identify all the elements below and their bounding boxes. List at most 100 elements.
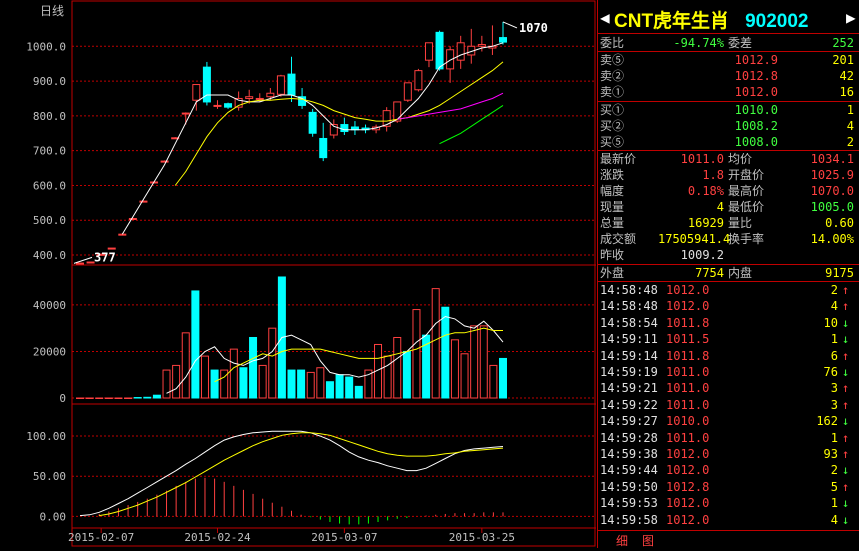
stat-value: 1034.1 xyxy=(810,152,854,166)
candle-body xyxy=(308,111,317,134)
y-tick-label: 0 xyxy=(59,392,66,405)
tick-direction-icon: ↑ xyxy=(842,479,850,494)
tick-time: 14:59:58 xyxy=(600,512,658,527)
candle-body xyxy=(181,112,190,115)
volume-bar xyxy=(306,371,315,399)
x-tick-label: 2015-02-24 xyxy=(184,531,251,544)
tick-time: 14:59:44 xyxy=(600,463,658,478)
y-tick-label: 700.0 xyxy=(33,145,66,158)
volume-bar xyxy=(393,336,402,399)
y-tick-label: 50.00 xyxy=(33,470,66,483)
tick-direction-icon: ↓ xyxy=(842,512,850,527)
y-tick-label: 900.0 xyxy=(33,75,66,88)
candle-body xyxy=(499,37,507,43)
tick-row: 14:59:28 1011.0 1 ↑ xyxy=(598,430,854,446)
stat-label: 最低价 xyxy=(728,200,765,214)
tick-time: 14:59:28 xyxy=(600,430,658,445)
x-tick-label: 2015-03-07 xyxy=(311,531,377,544)
stock-title: CNT虎年生肖 902002 xyxy=(614,6,808,33)
sell-level-row: 卖① 1012.0 16 xyxy=(598,84,854,100)
next-stock-arrow-icon[interactable]: ▶ xyxy=(846,8,856,27)
tick-row: 14:59:11 1011.5 1 ↓ xyxy=(598,331,854,347)
stat-row: 总量 16929 量比 0.60 xyxy=(598,215,854,231)
webi-row: 委比 -94.74% 委差 252 xyxy=(598,35,854,51)
tick-time: 14:59:21 xyxy=(600,381,658,396)
buy-level-label: 买⑤ xyxy=(600,135,625,149)
candle-body xyxy=(139,200,148,203)
buy-level-row: 买⑤ 1008.0 2 xyxy=(598,134,854,150)
high-marker-line xyxy=(502,21,518,29)
buy-price: 1008.0 xyxy=(734,135,778,149)
candle-body xyxy=(255,97,264,100)
volume-bar xyxy=(162,369,171,399)
tick-qty: 6 xyxy=(830,348,838,363)
candle-body xyxy=(456,42,465,61)
candle-body xyxy=(160,160,169,163)
chart-svg[interactable]: 日线 1000.0 900.0 800.0 700.0 600.0 500.0 400.0 10… xyxy=(0,0,597,548)
tick-direction-icon: ↑ xyxy=(842,430,850,445)
tick-time: 14:59:50 xyxy=(600,479,658,494)
buy-level-label: 买① xyxy=(600,103,625,117)
tick-row: 14:59:58 1012.0 4 ↓ xyxy=(598,512,854,528)
buy-price: 1008.2 xyxy=(734,119,778,133)
waipan-row: 外盘 7754 内盘 9175 xyxy=(598,265,854,281)
candle-body xyxy=(276,75,285,95)
tick-price: 1012.0 xyxy=(666,496,710,511)
stat-value: 0.18% xyxy=(687,184,724,198)
kline-chart-area[interactable]: 日线 1000.0 900.0 800.0 700.0 600.0 500.0 400.0 10… xyxy=(0,0,597,548)
candle-body xyxy=(128,218,137,221)
tick-price: 1011.0 xyxy=(666,430,710,445)
low-marker-label: 377 xyxy=(94,250,116,264)
tab-chart[interactable]: 图 xyxy=(638,532,658,549)
tick-qty: 4 xyxy=(830,512,838,527)
sell-level-row: 卖② 1012.8 42 xyxy=(598,68,854,84)
volume-bar xyxy=(431,288,440,399)
sell-qty: 201 xyxy=(832,53,854,67)
y-tick-label: 600.0 xyxy=(33,179,66,192)
stat-value: 1025.9 xyxy=(810,168,854,182)
candle-body xyxy=(403,82,412,101)
candle-body xyxy=(266,92,275,98)
stat-label: 涨跌 xyxy=(600,168,625,182)
stat-label: 昨收 xyxy=(600,248,625,262)
buy-level-row: 买① 1010.0 1 xyxy=(598,102,854,118)
volume-bar xyxy=(181,332,190,399)
y-tick-label: 800.0 xyxy=(33,110,66,123)
tick-row: 14:59:44 1012.0 2 ↓ xyxy=(598,462,854,478)
tick-qty: 1 xyxy=(830,430,838,445)
sell-level-row: 卖⑤ 1012.9 201 xyxy=(598,52,854,68)
volume-bar xyxy=(191,290,200,399)
volume-bar xyxy=(200,355,209,399)
stat-label: 均价 xyxy=(728,152,753,166)
tick-price: 1011.0 xyxy=(666,381,710,396)
sell-level-label: 卖① xyxy=(600,85,625,99)
candle-body xyxy=(477,44,486,47)
tick-qty: 162 xyxy=(816,414,838,429)
candle-body xyxy=(393,101,402,122)
tick-row: 14:58:54 1011.8 10 ↓ xyxy=(598,315,854,331)
tick-row: 14:59:27 1010.0 162 ↓ xyxy=(598,413,854,429)
tick-direction-icon: ↑ xyxy=(842,397,850,412)
tick-direction-icon: ↓ xyxy=(842,496,850,511)
tick-price: 1012.0 xyxy=(666,283,710,297)
y-tick-label: 0.00 xyxy=(40,510,67,523)
tick-time: 14:58:48 xyxy=(600,283,658,297)
volume-bar xyxy=(104,397,113,399)
neipan-value: 9175 xyxy=(825,266,854,280)
candle-body xyxy=(213,104,222,107)
sell-qty: 16 xyxy=(839,85,854,99)
buy-level-label: 买② xyxy=(600,119,625,133)
stat-label: 成交额 xyxy=(600,232,637,246)
tick-price: 1011.8 xyxy=(666,315,710,330)
stat-label: 开盘价 xyxy=(728,168,765,182)
volume-bar xyxy=(345,376,354,399)
volume-bar xyxy=(268,327,277,399)
period-label: 日线 xyxy=(40,4,64,18)
prev-stock-arrow-icon[interactable]: ◀ xyxy=(600,8,610,27)
tick-price: 1012.8 xyxy=(666,479,710,494)
stat-label: 换手率 xyxy=(728,232,765,246)
candle-body xyxy=(107,247,116,250)
tick-time: 14:59:53 xyxy=(600,496,658,511)
tab-detail[interactable]: 细 xyxy=(612,532,632,549)
tick-qty: 2 xyxy=(830,463,838,478)
